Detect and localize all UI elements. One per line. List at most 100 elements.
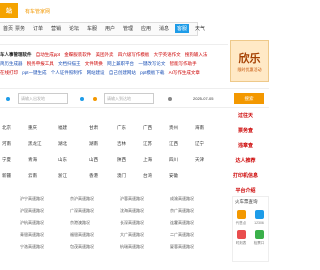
road-link[interactable]: 宁洛高速路况 [20,244,44,250]
road-link[interactable]: 沪宁高速路况 [20,196,44,202]
promo-link[interactable]: 网站建设 [87,70,105,75]
road-link[interactable]: 包茂高速路况 [70,244,94,250]
promo-link[interactable]: 个人证件照制作 [51,70,83,75]
city-link[interactable]: 安徽 [169,173,178,179]
city-link[interactable]: 黑龙江 [28,141,42,147]
ticket-icon[interactable] [237,210,246,219]
promo-link[interactable]: 金蝶服装软件 [64,52,91,57]
road-link[interactable]: 长深高速路况 [120,220,144,226]
promo-link[interactable]: 一键改写论文 [138,61,165,66]
sidebar-item[interactable]: 票务查 [222,127,269,134]
train-icon[interactable] [255,210,264,219]
road-link[interactable]: 京沪高速路况 [70,196,94,202]
city-link[interactable]: 吉林 [117,141,126,147]
road-link[interactable]: 杭瑞高速路况 [120,244,144,250]
city-link[interactable]: 北京 [2,125,11,131]
promo-link[interactable]: 网上兼职平台 [107,61,134,66]
city-link[interactable]: 山东 [58,157,67,163]
road-link[interactable]: 福银高速路况 [70,232,94,238]
nav-item[interactable]: 车服 [85,24,99,33]
nav-item[interactable]: 论坛 [67,24,81,33]
city-link[interactable]: 陕西 [117,157,126,163]
road-link[interactable]: 沪杭高速路况 [20,220,44,226]
date-field[interactable]: 2025-07-05 [193,96,213,101]
promo-link[interactable]: 美团外卖 [96,52,114,57]
promo-link[interactable]: 四六级写作模板 [118,52,150,57]
nav-item[interactable]: 天气 [193,24,207,33]
road-link[interactable]: 沪蓉高速路况 [120,196,144,202]
promo-link[interactable]: 自动生成ppt [36,52,60,57]
road-link[interactable]: 成渝高速路况 [170,196,194,202]
city-link[interactable]: 香港 [89,173,98,179]
city-link[interactable]: 山西 [89,157,98,163]
nav-item[interactable]: 票务 [13,24,27,33]
promo-link[interactable]: 车人事管理软件 [0,52,32,57]
nav-item[interactable]: 消息 [157,24,171,33]
gate-icon[interactable] [255,230,264,239]
city-link[interactable]: 重庆 [28,125,37,131]
sidebar-item[interactable]: 过往天 [222,112,269,119]
sidebar-item[interactable]: 违章查 [222,142,269,149]
schedule-icon[interactable] [237,230,246,239]
city-link[interactable]: 天津 [195,157,204,163]
city-link[interactable]: 广西 [143,125,152,131]
city-link[interactable]: 台湾 [143,173,152,179]
promo-link[interactable]: 自己创建网站 [109,70,136,75]
city-link[interactable]: 湖南 [89,141,98,147]
promo-link[interactable]: 搜狗输入法 [185,52,208,57]
nav-item[interactable]: 管理 [121,24,135,33]
road-link[interactable]: 京港澳路况 [70,220,90,226]
city-link[interactable]: 江苏 [143,141,152,147]
city-link[interactable]: 云南 [28,173,37,179]
road-link[interactable]: 厦蓉高速路况 [170,244,194,250]
road-link[interactable]: 二广高速路况 [170,232,194,238]
site-logo[interactable]: 站 [0,3,18,18]
from-input[interactable]: 请输入出发地 [18,93,68,104]
road-link[interactable]: 京广高速路况 [170,208,194,214]
nav-item[interactable]: 营销 [49,24,63,33]
city-link[interactable]: 贵州 [169,125,178,131]
road-link[interactable]: 连霍高速路况 [170,220,194,226]
promo-link[interactable]: 大学英语作文 [154,52,181,57]
city-link[interactable]: 江西 [169,141,178,147]
city-link[interactable]: 浙江 [58,173,67,179]
promo-link[interactable]: 智能写作助手 [170,61,197,66]
swap-icon[interactable] [80,97,84,101]
city-link[interactable]: 甘肃 [89,125,98,131]
road-link[interactable]: 大广高速路况 [120,232,144,238]
nav-item[interactable]: 订单 [31,24,45,33]
city-link[interactable]: 福建 [58,125,67,131]
search-button[interactable]: 搜索 [234,93,264,104]
sidebar-item[interactable]: 打印机信息 [222,172,269,179]
city-link[interactable]: 海南 [195,125,204,131]
city-link[interactable]: 河南 [2,141,11,147]
promo-link[interactable]: AI写作生成文章 [169,70,200,75]
city-link[interactable]: 澳门 [117,173,126,179]
promo-link[interactable]: 文件转换 [85,61,103,66]
city-link[interactable]: 四川 [169,157,178,163]
to-input[interactable]: 请输入到达地 [104,93,154,104]
promo-link[interactable]: 在线打印 [0,70,18,75]
road-link[interactable]: 沈海高速路况 [120,208,144,214]
road-link[interactable]: 广深高速路况 [70,208,94,214]
site-name[interactable]: 有车管家网 [25,8,50,15]
sidebar-item[interactable]: 达人推荐 [222,157,269,164]
city-link[interactable]: 辽宁 [195,141,204,147]
city-link[interactable]: 青海 [28,157,37,163]
city-link[interactable]: 新疆 [2,173,11,179]
city-link[interactable]: 广东 [117,125,126,131]
nav-item-active[interactable]: 客服 [175,24,190,33]
ad-banner[interactable]: 欣乐 限时优惠活动 [230,40,269,82]
road-link[interactable]: 青银高速路况 [20,232,44,238]
promo-link[interactable]: ppt一键生成 [22,70,46,75]
promo-link[interactable]: 税务申报工具 [27,61,54,66]
promo-link[interactable]: 文档扫描王 [58,61,81,66]
city-link[interactable]: 上海 [143,157,152,163]
sidebar-item[interactable]: 平台介绍 [222,187,269,194]
city-link[interactable]: 宁夏 [2,157,11,163]
promo-link[interactable]: 简历生成器 [0,61,23,66]
city-link[interactable]: 湖北 [58,141,67,147]
nav-item[interactable]: 应用 [139,24,153,33]
promo-link[interactable]: ppt模板下载 [140,70,164,75]
nav-item[interactable]: 用户 [103,24,117,33]
